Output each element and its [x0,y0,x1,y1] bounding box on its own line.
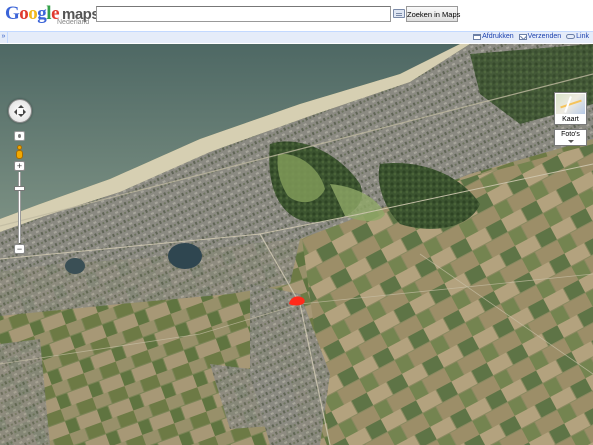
action-bar: » Afdrukken Verzenden Link [0,31,593,43]
layers-dropdown-label: Foto's [561,131,580,138]
action-links: Afdrukken Verzenden Link [473,33,589,40]
pan-right-icon[interactable] [23,109,29,115]
send-link[interactable]: Verzenden [518,33,562,40]
chevron-down-icon [568,140,574,146]
logo-country: Nederland [57,19,90,26]
zoom-slider-handle[interactable] [14,186,25,192]
google-maps-window: Google maps Nederland Zoeken in Maps » Af… [0,0,593,445]
satellite-map[interactable]: + − Kaart Foto's [0,44,593,445]
pan-control[interactable] [8,99,32,123]
satellite-imagery [0,44,593,445]
search-button[interactable]: Zoeken in Maps [406,6,460,22]
map-thumbnail-icon [556,94,585,114]
link-link-label: Link [576,33,589,40]
map-type-label: Kaart [562,116,579,123]
print-link-label: Afdrukken [482,33,514,40]
logo-letter: o [28,3,38,24]
print-icon [473,33,482,40]
pan-left-icon[interactable] [11,109,17,115]
location-marker-icon[interactable] [288,295,306,307]
google-maps-logo[interactable]: Google maps Nederland [5,3,100,26]
map-type-button[interactable]: Kaart [554,92,587,125]
logo-letter: o [19,3,29,24]
zoom-out-button[interactable]: − [14,244,25,254]
zoom-slider-track[interactable] [18,172,21,243]
layers-dropdown[interactable]: Foto's [554,129,587,146]
mail-icon [518,33,527,40]
header: Google maps Nederland Zoeken in Maps [0,0,593,31]
marker-shape [289,296,305,306]
street-view-slot-icon[interactable] [14,131,25,141]
search-input[interactable] [96,6,391,22]
link-icon [566,34,576,39]
logo-letter: G [5,3,20,24]
zoom-in-button[interactable]: + [14,161,25,171]
collapse-panel-button[interactable]: » [0,32,8,43]
logo-letter: g [37,3,47,24]
send-link-label: Verzenden [527,33,562,40]
pan-up-icon[interactable] [18,102,24,108]
print-link[interactable]: Afdrukken [473,33,514,40]
link-link[interactable]: Link [566,33,589,40]
pegman-icon[interactable] [14,145,25,161]
keyboard-icon[interactable] [393,9,405,18]
